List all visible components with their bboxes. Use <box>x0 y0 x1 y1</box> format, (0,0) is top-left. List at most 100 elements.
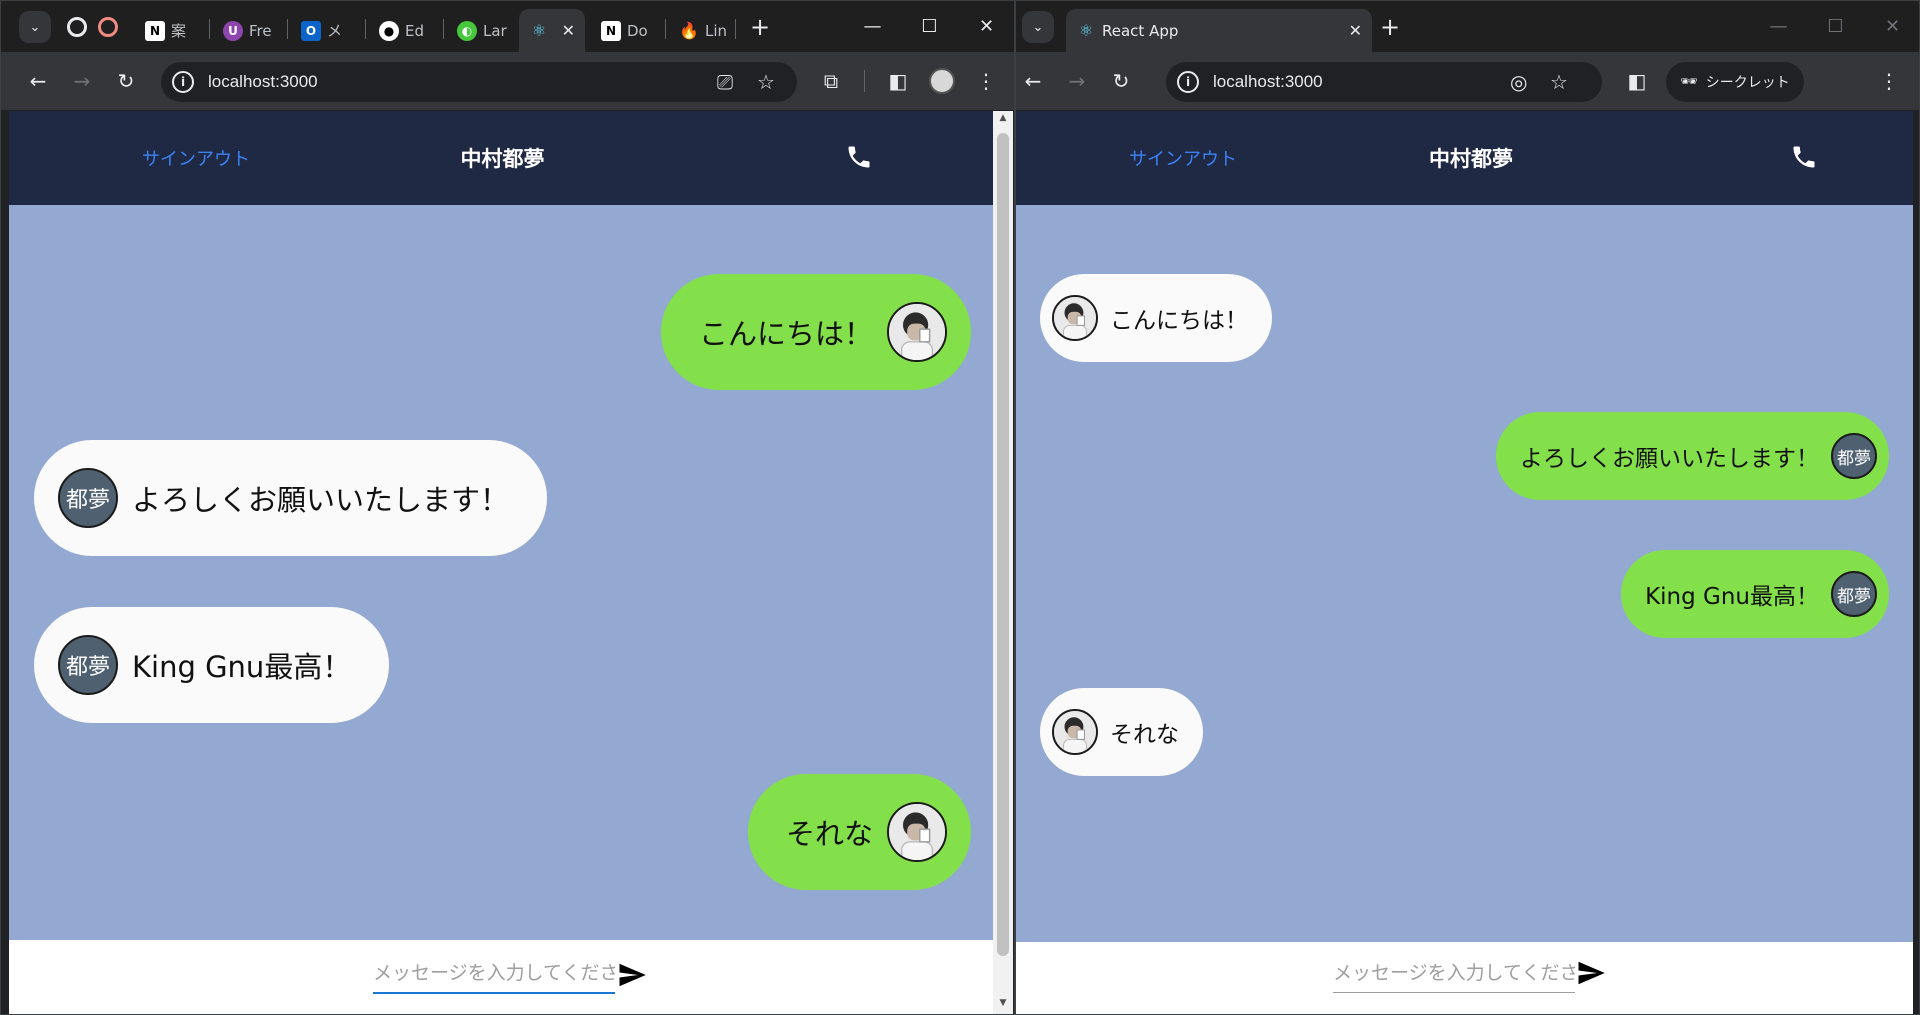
install-app-icon[interactable]: ⎚ <box>717 70 733 94</box>
scrollbar-thumb[interactable] <box>997 133 1009 956</box>
tab-search-button[interactable]: ⌄ <box>1022 11 1054 43</box>
send-icon[interactable] <box>1576 958 1606 988</box>
message-text: こんにちは！ <box>1110 308 1248 334</box>
page-scrollbar[interactable]: ▲ ▼ <box>993 111 1013 1014</box>
browser-toolbar: ← → ↻ i localhost:3000 ◎ ☆ ◧ 🕶 シークレット ⋮ <box>1016 52 1919 111</box>
maximize-icon[interactable]: ☐ <box>901 1 958 52</box>
tab-label: メ <box>327 22 343 40</box>
message-text: King Gnu最高！ <box>1645 584 1819 610</box>
close-window-icon[interactable]: ✕ <box>958 1 1014 52</box>
info-icon[interactable]: i <box>172 71 194 93</box>
input-bar <box>9 940 996 1014</box>
info-icon[interactable]: i <box>1177 71 1199 93</box>
signout-button[interactable]: サインアウト <box>142 145 250 171</box>
menu-icon[interactable]: ⋮ <box>1874 66 1904 96</box>
address-bar[interactable]: i localhost:3000 ◎ ☆ <box>1166 62 1602 102</box>
back-button[interactable]: ← <box>23 66 53 96</box>
user-photo-avatar <box>887 802 947 862</box>
menu-icon[interactable]: ⋮ <box>971 66 1001 96</box>
phone-icon[interactable] <box>1790 143 1818 171</box>
my-message-bubble: それな <box>747 774 971 890</box>
incognito-label: シークレット <box>1705 75 1790 91</box>
new-tab-button[interactable]: + <box>750 13 770 41</box>
message-input[interactable] <box>373 958 615 988</box>
tab-label: Lin <box>705 21 728 40</box>
forward-button[interactable]: → <box>1062 66 1092 96</box>
side-panel-icon[interactable]: ◧ <box>1622 66 1652 96</box>
window-controls: — ☐ ✕ <box>844 1 1014 52</box>
github-icon: ● <box>379 20 399 41</box>
tab-5[interactable]: ◐ Lar <box>447 9 517 52</box>
extensions-icon[interactable]: ⧉ <box>816 66 846 96</box>
incognito-indicator[interactable]: 🕶 シークレット <box>1666 62 1804 102</box>
bookmark-star-icon[interactable]: ☆ <box>1550 70 1568 94</box>
back-button[interactable]: ← <box>1018 66 1048 96</box>
tab-search-button[interactable]: ⌄ <box>19 11 51 43</box>
address-bar[interactable]: i localhost:3000 ⎚ ☆ <box>161 62 797 102</box>
tab-strip: ⌄ N 案 U Fre O メ ● Ed ◐ Lar ⚛ ✕ N Do 🔥 Li… <box>1 1 1014 52</box>
user-photo-avatar <box>887 302 947 362</box>
tab-react-active[interactable]: ⚛ ✕ <box>519 9 585 52</box>
tab-label: 案 <box>171 22 187 40</box>
message-text: よろしくお願いいたします！ <box>132 483 510 517</box>
my-message-bubble: 都夢 よろしくお願いいたします！ <box>1496 412 1889 500</box>
tab-label: Ed <box>405 21 424 40</box>
toolbar-divider <box>864 70 865 92</box>
side-panel-icon[interactable]: ◧ <box>883 66 913 96</box>
browser-toolbar: ← → ↻ i localhost:3000 ⎚ ☆ ⧉ ◧ ⋮ <box>1 52 1014 111</box>
tab-7[interactable]: N Do <box>591 9 661 52</box>
bookmark-star-icon[interactable]: ☆ <box>757 70 775 94</box>
message-text: King Gnu最高！ <box>132 650 352 684</box>
left-browser-window: ⌄ N 案 U Fre O メ ● Ed ◐ Lar ⚛ ✕ N Do 🔥 Li… <box>0 0 1015 1015</box>
recording-tab-icon[interactable] <box>98 17 118 37</box>
url-text: localhost:3000 <box>1213 72 1323 91</box>
chevron-down-icon: ⌄ <box>29 19 41 35</box>
message-text: こんにちは！ <box>698 317 873 351</box>
pinned-tab-icon[interactable] <box>67 17 87 37</box>
input-bar <box>1016 942 1913 1014</box>
tab-label: Do <box>627 21 648 40</box>
maximize-icon[interactable]: ☐ <box>1807 1 1864 52</box>
tab-3[interactable]: O メ <box>291 9 361 52</box>
firebase-icon: 🔥 <box>679 21 699 40</box>
my-message-bubble: 都夢 King Gnu最高！ <box>1621 550 1889 638</box>
tracking-protection-eye-off-icon[interactable]: ◎ <box>1510 70 1527 94</box>
signout-button[interactable]: サインアウト <box>1129 145 1237 171</box>
initials-avatar: 都夢 <box>58 635 118 695</box>
tab-1[interactable]: N 案 <box>135 9 205 52</box>
forward-button[interactable]: → <box>67 66 97 96</box>
minimize-icon[interactable]: — <box>844 1 901 52</box>
right-browser-window-incognito: ⌄ ⚛ React App ✕ + — ☐ ✕ ← → ↻ i localhos… <box>1015 0 1920 1015</box>
send-icon[interactable] <box>617 960 647 990</box>
tab-label: Fre <box>249 21 272 40</box>
tab-4[interactable]: ● Ed <box>369 9 439 52</box>
green-app-icon: ◐ <box>457 20 477 41</box>
minimize-icon[interactable]: — <box>1750 1 1807 52</box>
other-message-bubble: こんにちは！ <box>1040 274 1272 362</box>
phone-icon[interactable] <box>845 143 873 171</box>
other-message-bubble: 都夢 よろしくお願いいたします！ <box>34 440 548 556</box>
message-text: よろしくお願いいたします！ <box>1520 446 1819 472</box>
new-tab-button[interactable]: + <box>1380 13 1400 41</box>
chat-page: サインアウト 中村都夢 こんにちは！ 都夢 よろしくお願いいたします！ 都夢 King … <box>1016 111 1913 1014</box>
tab-react-app[interactable]: ⚛ React App ✕ <box>1066 9 1372 52</box>
chat-header: サインアウト 中村都夢 <box>1016 111 1913 205</box>
tab-title: React App <box>1102 21 1179 40</box>
close-tab-icon[interactable]: ✕ <box>562 21 575 40</box>
tab-8[interactable]: 🔥 Lin <box>669 9 731 52</box>
tab-strip: ⌄ ⚛ React App ✕ + — ☐ ✕ <box>1016 1 1919 52</box>
message-text: それな <box>785 817 873 851</box>
message-input[interactable] <box>1333 958 1575 988</box>
chat-page: サインアウト 中村都夢 こんにちは！ 都夢 よろしくお願いいたします！ 都夢 King … <box>9 111 996 1014</box>
reload-button[interactable]: ↻ <box>111 66 141 96</box>
my-message-bubble: こんにちは！ <box>660 274 971 390</box>
tab-2[interactable]: U Fre <box>213 9 283 52</box>
profile-avatar[interactable] <box>927 66 957 96</box>
chevron-down-icon: ⌄ <box>1032 19 1044 35</box>
close-tab-icon[interactable]: ✕ <box>1349 21 1362 40</box>
u-icon: U <box>223 20 243 41</box>
reload-button[interactable]: ↻ <box>1106 66 1136 96</box>
window-controls: — ☐ ✕ <box>1750 1 1919 52</box>
close-window-icon[interactable]: ✕ <box>1864 1 1919 52</box>
input-underline <box>373 992 615 994</box>
